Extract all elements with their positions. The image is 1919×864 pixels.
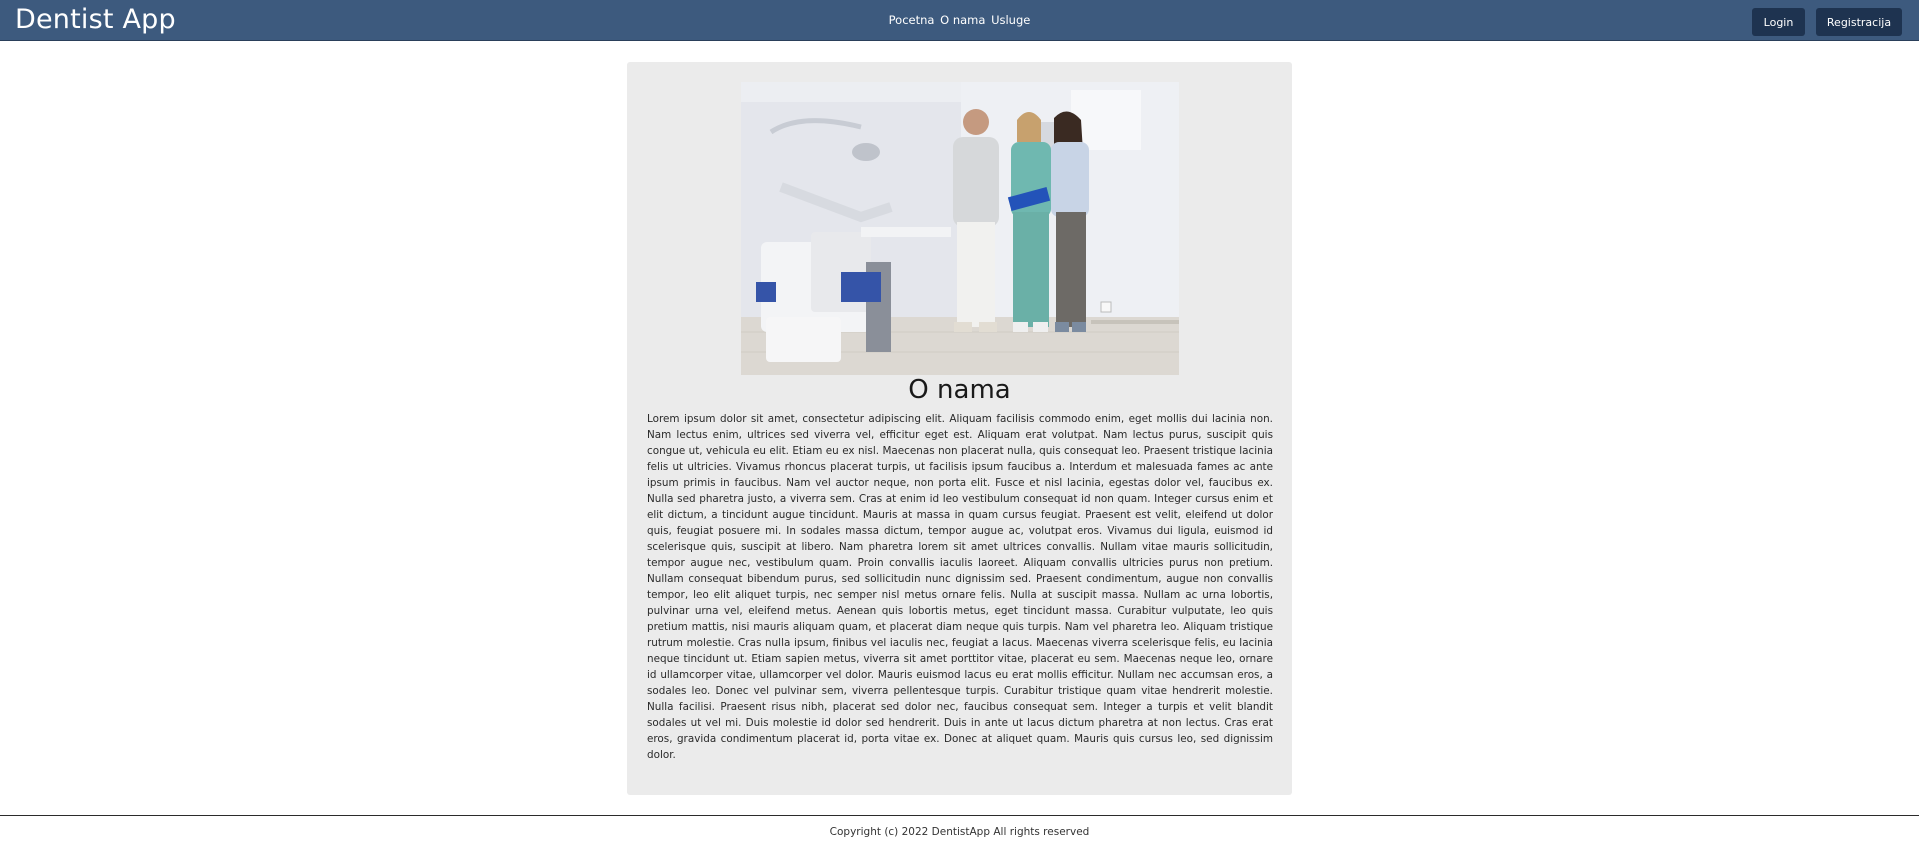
page-title: O nama [908, 375, 1011, 405]
about-text: Lorem ipsum dolor sit amet, consectetur … [647, 413, 1273, 761]
footer-copyright: Copyright (c) 2022 DentistApp All rights… [829, 826, 1090, 838]
login-button[interactable]: Login [1752, 8, 1805, 36]
nav-link-usluge[interactable]: Usluge [991, 13, 1030, 27]
register-button[interactable]: Registracija [1816, 8, 1902, 36]
navbar: Dentist App Pocetna O nama Usluge Login … [0, 0, 1919, 41]
footer-divider [0, 815, 1919, 816]
nav-link-pocetna[interactable]: Pocetna [889, 13, 935, 27]
nav-links: Pocetna O nama Usluge [0, 13, 1919, 28]
nav-link-o-nama[interactable]: O nama [940, 13, 985, 27]
about-card: O nama Lorem ipsum dolor sit amet, conse… [627, 62, 1292, 795]
dentists-photo [741, 82, 1179, 375]
